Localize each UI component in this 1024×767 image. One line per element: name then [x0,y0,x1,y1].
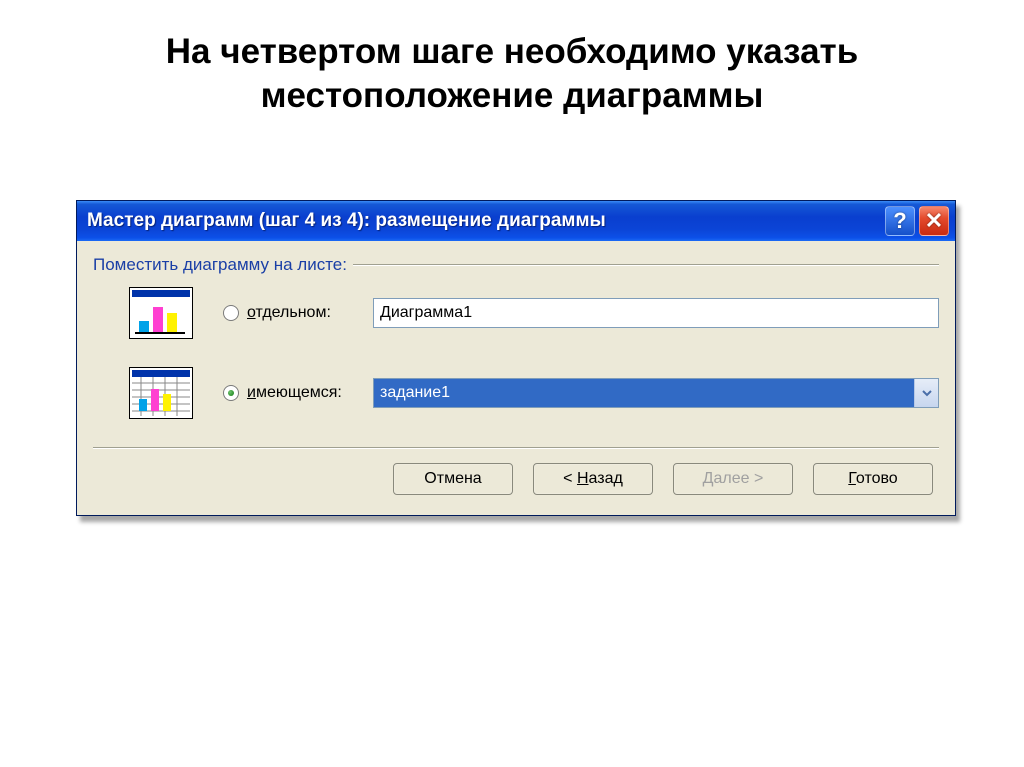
button-separator [93,447,939,449]
radio-existing-sheet[interactable]: имеющемся: [223,384,373,402]
next-label: Далее > [703,470,764,488]
new-sheet-name-input[interactable]: Диаграмма1 [373,298,939,328]
radio-icon [223,385,239,401]
slide-title: На четвертом шаге необходимо указать мес… [0,30,1024,118]
group-divider [353,264,939,266]
window-title: Мастер диаграмм (шаг 4 из 4): размещение… [87,210,885,232]
dropdown-button[interactable] [914,379,938,407]
dialog-window: Мастер диаграмм (шаг 4 из 4): размещение… [76,200,956,516]
existing-sheet-value: задание1 [374,379,914,407]
chart-existing-sheet-icon [129,367,193,419]
slide: На четвертом шаге необходимо указать мес… [0,0,1024,767]
option-new-sheet: отдельном: Диаграмма1 [93,287,939,339]
finish-label: Готово [848,470,897,488]
group-label-row: Поместить диаграмму на листе: [93,255,939,275]
close-icon: ✕ [925,210,943,232]
dialog-frame: Мастер диаграмм (шаг 4 из 4): размещение… [76,200,956,516]
back-button[interactable]: < Назад [533,463,653,495]
chevron-down-icon [921,387,933,399]
radio-new-sheet[interactable]: отдельном: [223,304,373,322]
titlebar-buttons: ? ✕ [885,206,949,236]
cancel-label: Отмена [424,470,481,488]
radio-new-label: отдельном: [247,304,331,322]
dialog-body: Поместить диаграмму на листе: [77,241,955,515]
radio-icon [223,305,239,321]
help-button[interactable]: ? [885,206,915,236]
existing-sheet-select[interactable]: задание1 [373,378,939,408]
finish-button[interactable]: Готово [813,463,933,495]
close-button[interactable]: ✕ [919,206,949,236]
new-sheet-name-value: Диаграмма1 [380,304,472,322]
next-button: Далее > [673,463,793,495]
help-icon: ? [893,210,906,232]
chart-new-sheet-icon [129,287,193,339]
button-row: Отмена < Назад Далее > Готово [93,463,939,501]
group-label: Поместить диаграмму на листе: [93,255,347,275]
option-existing-sheet: имеющемся: задание1 [93,367,939,419]
titlebar[interactable]: Мастер диаграмм (шаг 4 из 4): размещение… [77,201,955,241]
back-label: < Назад [563,470,623,488]
cancel-button[interactable]: Отмена [393,463,513,495]
radio-existing-label: имеющемся: [247,384,342,402]
